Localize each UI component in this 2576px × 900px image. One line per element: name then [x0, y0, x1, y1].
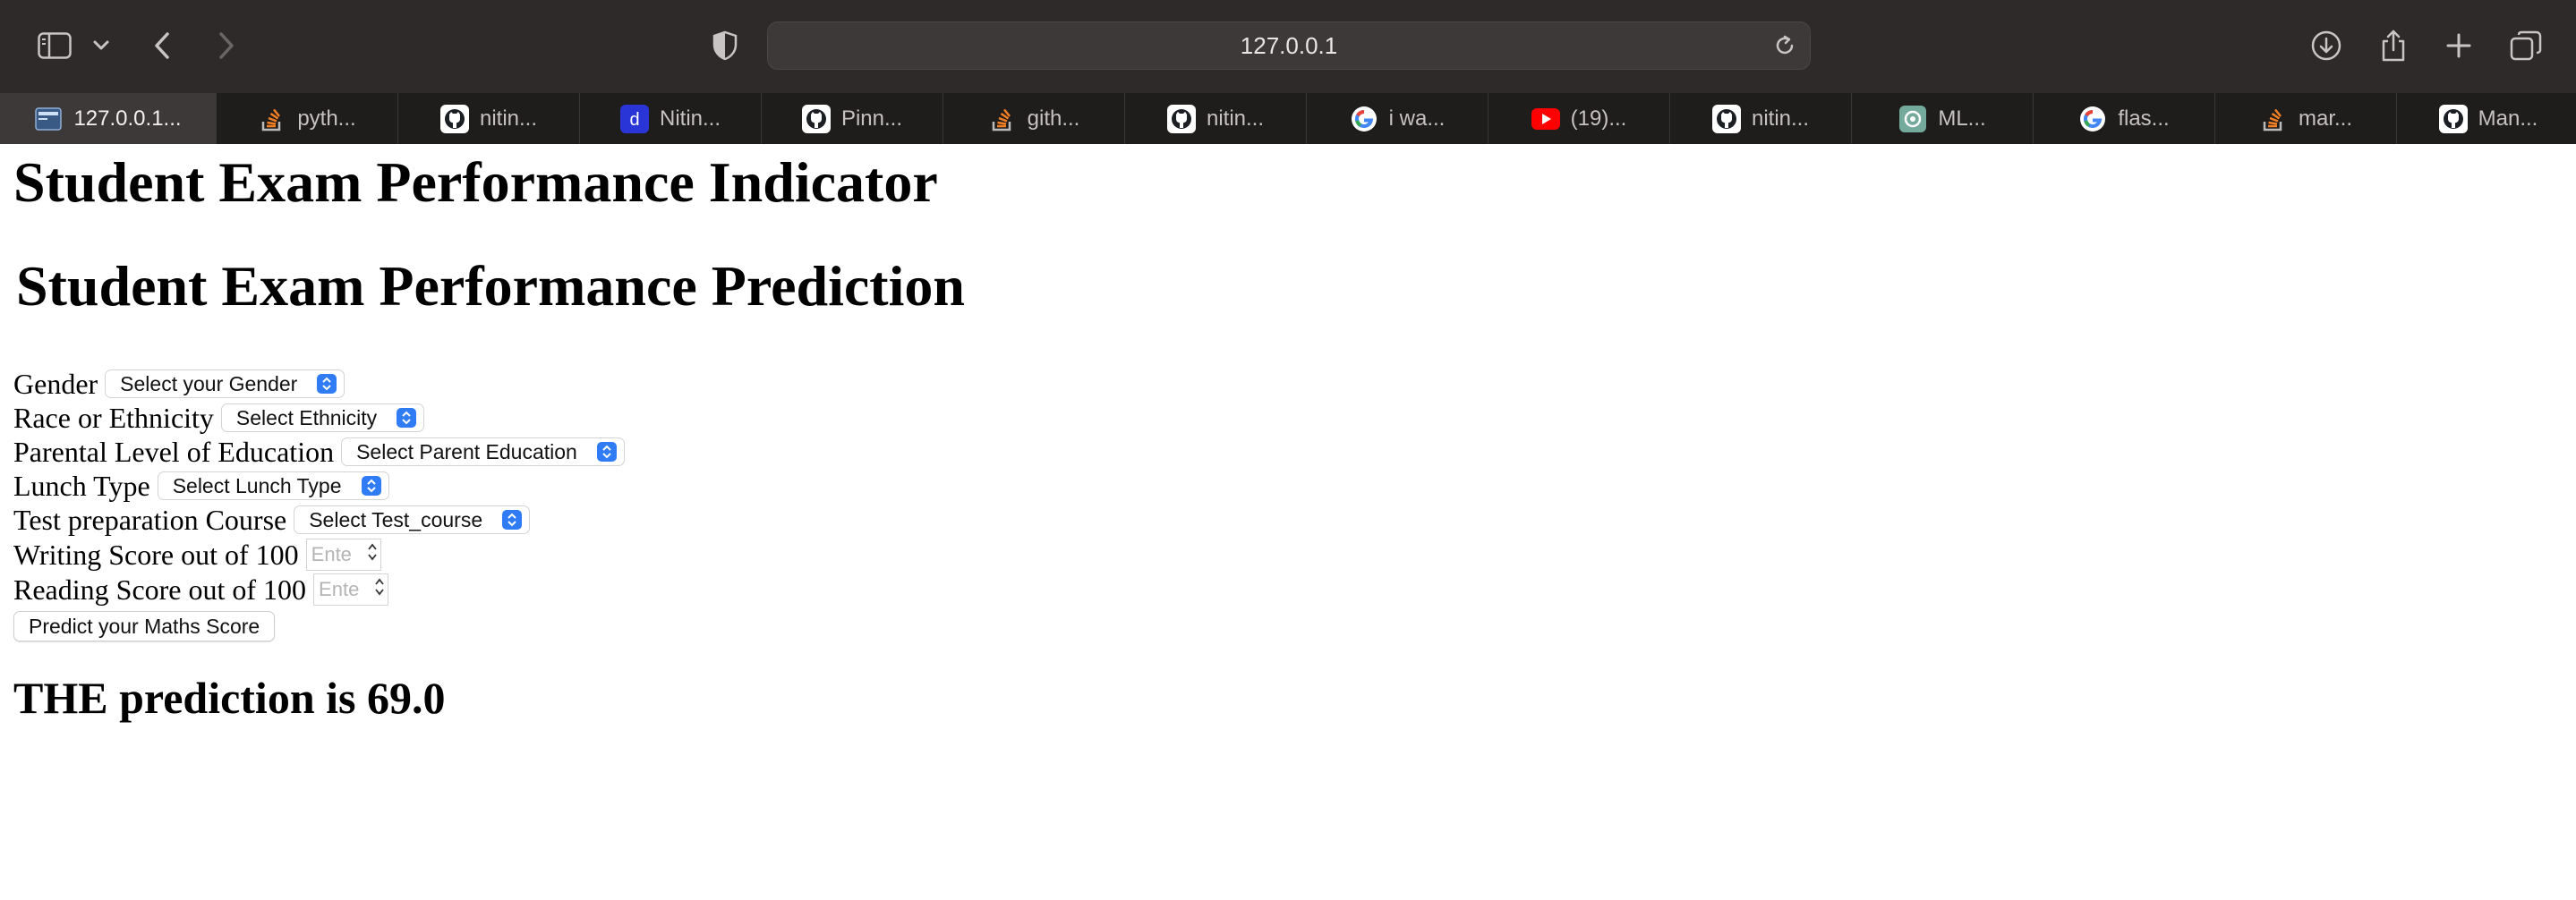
address-text: 127.0.0.1	[1240, 31, 1338, 59]
parental-education-label: Parental Level of Education	[13, 435, 335, 468]
browser-tab[interactable]: 127.0.0.1...	[0, 93, 217, 144]
new-tab-icon[interactable]	[2436, 23, 2481, 68]
browser-tab-label: flas...	[2118, 106, 2170, 131]
stackoverflow-icon	[2259, 105, 2288, 133]
browser-tab-label: Nitin...	[659, 106, 721, 131]
ethnicity-label: Race or Ethnicity	[13, 401, 214, 434]
ethnicity-row: Race or Ethnicity Select Ethnicity	[13, 401, 425, 434]
stepper-icon[interactable]	[375, 577, 384, 602]
page-content: Student Exam Performance Indicator Stude…	[0, 144, 2576, 900]
github-icon	[439, 104, 469, 133]
browser-tab-label: pyth...	[297, 106, 356, 131]
browser-tab[interactable]: mar...	[2215, 93, 2397, 144]
forward-icon[interactable]	[204, 23, 249, 68]
browser-tab[interactable]: d Nitin...	[580, 93, 762, 144]
browser-tab-label: nitin...	[1751, 106, 1810, 131]
browser-tab[interactable]: flas...	[2034, 93, 2215, 144]
browser-tab[interactable]: nitin...	[1670, 93, 1852, 144]
google-icon	[2078, 105, 2107, 133]
ethnicity-select[interactable]: Select Ethnicity	[220, 403, 425, 432]
lunch-row: Lunch Type Select Lunch Type	[13, 470, 389, 502]
select-arrows-icon	[397, 408, 417, 428]
youtube-icon	[1531, 105, 1560, 133]
predict-button[interactable]: Predict your Maths Score	[13, 611, 276, 641]
reading-score-row: Reading Score out of 100 Ente	[13, 573, 389, 606]
site-favicon-icon	[34, 105, 63, 133]
lunch-select[interactable]: Select Lunch Type	[157, 471, 389, 500]
gender-select[interactable]: Select your Gender	[105, 369, 345, 398]
test-prep-row: Test preparation Course Select Test_cour…	[13, 503, 531, 536]
reload-icon[interactable]	[1769, 30, 1801, 62]
browser-tab-label: Man...	[2478, 106, 2538, 131]
test-prep-label: Test preparation Course	[13, 503, 287, 536]
select-arrows-icon	[317, 374, 337, 394]
github-icon	[801, 104, 831, 133]
github-icon	[2438, 104, 2468, 133]
reading-score-label: Reading Score out of 100	[13, 573, 307, 606]
browser-tab-label: 127.0.0.1...	[73, 106, 182, 131]
browser-tab[interactable]: Man...	[2397, 93, 2576, 144]
github-icon	[1166, 104, 1196, 133]
browser-tab[interactable]: (19)...	[1488, 93, 1670, 144]
browser-chrome: 127.0.0.1 127.0.0.1... pyth... nitin... d Ni…	[0, 0, 2576, 144]
select-arrows-icon	[361, 476, 381, 496]
browser-tab-label: (19)...	[1570, 106, 1627, 131]
select-arrows-icon	[502, 510, 523, 530]
browser-tab-label: mar...	[2298, 106, 2352, 131]
browser-tab-label: ML...	[1938, 106, 1986, 131]
chevron-down-icon[interactable]	[81, 23, 122, 68]
stackoverflow-icon	[988, 105, 1017, 133]
writing-score-label: Writing Score out of 100	[13, 538, 299, 571]
browser-tab-label: Pinn...	[840, 106, 903, 131]
parental-education-row: Parental Level of Education Select Paren…	[13, 436, 625, 468]
reading-score-input[interactable]: Ente	[313, 573, 389, 606]
browser-tab-label: i wa...	[1388, 106, 1446, 131]
google-icon	[1350, 105, 1378, 133]
share-icon[interactable]	[2371, 23, 2416, 68]
lunch-label: Lunch Type	[13, 469, 150, 502]
tab-strip: 127.0.0.1... pyth... nitin... d Nitin... Pinn…	[0, 93, 2576, 144]
browser-tab[interactable]: nitin...	[1125, 93, 1307, 144]
privacy-shield-icon[interactable]	[703, 23, 747, 68]
browser-toolbar: 127.0.0.1	[0, 0, 2576, 93]
browser-tab[interactable]: nitin...	[398, 93, 580, 144]
browser-tab-label: nitin...	[1206, 106, 1265, 131]
prediction-result: THE prediction is 69.0	[13, 673, 446, 723]
browser-tab[interactable]: Pinn...	[762, 93, 943, 144]
writing-score-row: Writing Score out of 100 Ente	[13, 539, 381, 571]
browser-tab[interactable]: pyth...	[217, 93, 398, 144]
github-icon	[1711, 104, 1741, 133]
browser-tab-label: nitin...	[479, 106, 538, 131]
address-bar[interactable]: 127.0.0.1	[767, 21, 1811, 70]
gender-row: Gender Select your Gender	[13, 368, 345, 400]
tab-overview-icon[interactable]	[2503, 23, 2548, 68]
gender-label: Gender	[13, 367, 98, 400]
back-icon[interactable]	[140, 23, 184, 68]
writing-score-input[interactable]: Ente	[305, 539, 381, 571]
page-title: Student Exam Performance Indicator	[13, 150, 938, 214]
test-prep-select[interactable]: Select Test_course	[294, 505, 531, 534]
dev-letter-d-icon: d	[619, 104, 649, 133]
select-arrows-icon	[596, 442, 617, 462]
svg-text:d: d	[629, 110, 639, 130]
sidebar-toggle-icon[interactable]	[32, 23, 77, 68]
parental-education-select[interactable]: Select Parent Education	[341, 437, 625, 466]
downloads-icon[interactable]	[2304, 23, 2349, 68]
stackoverflow-icon	[258, 105, 286, 133]
browser-tab[interactable]: gith...	[943, 93, 1125, 144]
browser-tab-label: gith...	[1027, 106, 1080, 131]
browser-tab[interactable]: i wa...	[1307, 93, 1488, 144]
form-heading: Student Exam Performance Prediction	[16, 254, 965, 318]
browser-tab[interactable]: ML...	[1852, 93, 2034, 144]
chatgpt-icon	[1898, 105, 1927, 133]
stepper-icon[interactable]	[367, 542, 377, 567]
